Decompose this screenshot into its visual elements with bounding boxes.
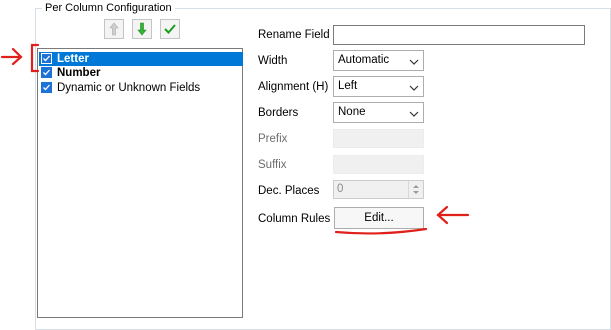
arrow-right-annotation-icon <box>0 47 23 66</box>
annotation-marks <box>0 43 470 235</box>
bracket-annotation-icon <box>30 43 40 73</box>
arrow-left-annotation-icon <box>436 205 470 225</box>
underline-annotation-icon <box>334 227 428 235</box>
